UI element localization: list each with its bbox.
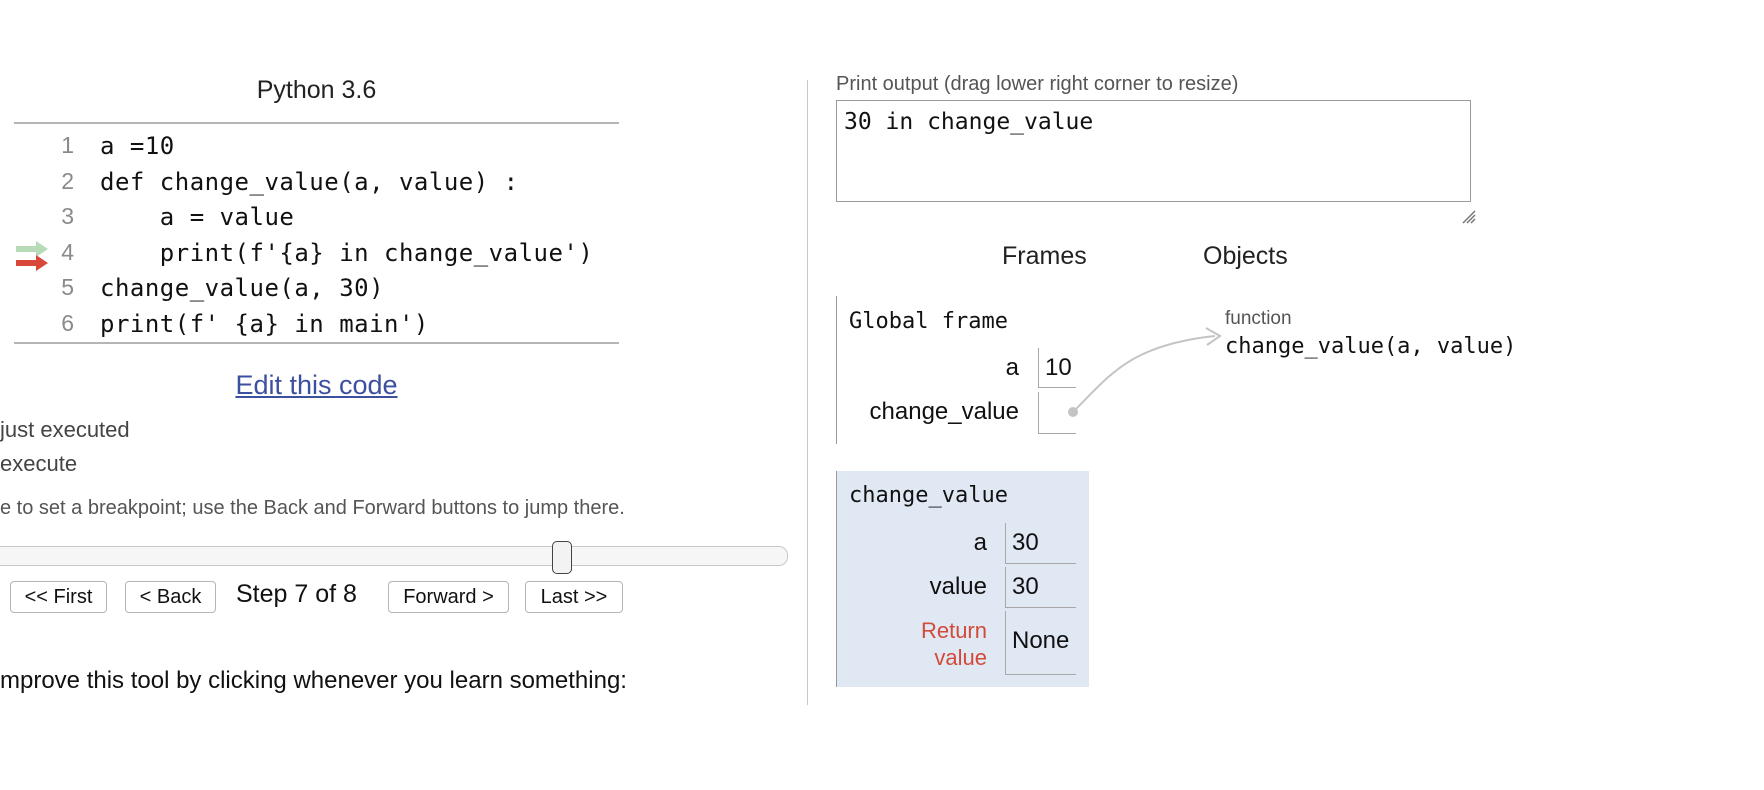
back-button[interactable]: < Back	[125, 581, 216, 613]
var-value: 30	[1012, 573, 1039, 600]
print-output-text: 30 in change_value	[844, 109, 1094, 135]
step-slider[interactable]	[0, 546, 788, 566]
breakpoint-hint: e to set a breakpoint; use the Back and …	[0, 497, 625, 519]
code-text: a =10	[100, 132, 175, 160]
legend-next-to-execute: execute	[0, 451, 78, 476]
return-value-cell: None	[1005, 611, 1076, 675]
return-label-line: Return	[920, 618, 987, 643]
line-number[interactable]: 1	[50, 132, 74, 159]
line-number[interactable]: 5	[50, 274, 74, 301]
object-type-label: function	[1225, 308, 1292, 329]
line-number[interactable]: 6	[50, 310, 74, 337]
line-number[interactable]: 2	[50, 168, 74, 195]
line-number[interactable]: 3	[50, 203, 74, 230]
code-line-5[interactable]: 5 change_value(a, 30)	[0, 270, 630, 306]
frame-title: Global frame	[849, 309, 1008, 334]
next-line-arrow-icon	[16, 255, 48, 271]
code-line-1[interactable]: 1 a =10	[0, 128, 630, 164]
code-text: def change_value(a, value) :	[100, 168, 519, 196]
edit-code-link[interactable]: Edit this code	[14, 370, 619, 401]
var-name: value	[929, 573, 987, 600]
var-value: 30	[1012, 529, 1039, 556]
frames-header: Frames	[1002, 242, 1087, 270]
code-text: print(f' {a} in main')	[100, 310, 429, 338]
language-header: Python 3.6	[256, 76, 377, 104]
code-text: change_value(a, 30)	[100, 274, 385, 302]
return-value: None	[1012, 627, 1070, 654]
forward-button[interactable]: Forward >	[388, 581, 509, 613]
code-line-6[interactable]: 6 print(f' {a} in main')	[0, 306, 630, 342]
line-number[interactable]: 4	[50, 239, 74, 266]
last-button[interactable]: Last >>	[525, 581, 623, 613]
code-line-3[interactable]: 3 a = value	[0, 199, 630, 235]
return-value-label: Return value	[907, 617, 987, 671]
function-object: change_value(a, value)	[1225, 334, 1517, 359]
global-frame: Global frame a 10 change_value	[836, 296, 1087, 444]
var-value-cell: 30	[1005, 567, 1076, 608]
objects-header: Objects	[1203, 242, 1288, 270]
var-name: a	[973, 529, 987, 556]
code-bottom-divider	[14, 342, 619, 344]
code-line-2[interactable]: 2 def change_value(a, value) :	[0, 164, 630, 200]
feedback-prompt: mprove this tool by clicking whenever yo…	[0, 667, 627, 694]
code-top-divider	[14, 122, 619, 124]
return-label-line: value	[934, 645, 987, 670]
step-counter: Step 7 of 8	[236, 580, 357, 608]
first-button[interactable]: << First	[10, 581, 107, 613]
var-name: a	[1005, 354, 1019, 381]
function-frame: change_value a 30 value 30 Return value …	[836, 471, 1089, 687]
print-output-box[interactable]: 30 in change_value	[836, 100, 1471, 202]
resize-grip-icon[interactable]	[1460, 208, 1476, 224]
step-slider-handle[interactable]	[552, 541, 572, 574]
frame-title: change_value	[849, 483, 1008, 508]
var-value-cell: 30	[1005, 523, 1076, 564]
legend-just-executed: just executed	[0, 417, 130, 442]
print-output-label: Print output (drag lower right corner to…	[836, 73, 1239, 95]
var-name: change_value	[869, 398, 1019, 425]
code-line-4[interactable]: 4 print(f'{a} in change_value')	[0, 235, 630, 271]
panel-divider	[807, 80, 808, 705]
code-text: print(f'{a} in change_value')	[100, 239, 594, 267]
code-text: a = value	[100, 203, 295, 231]
reference-arrow	[1068, 327, 1222, 417]
